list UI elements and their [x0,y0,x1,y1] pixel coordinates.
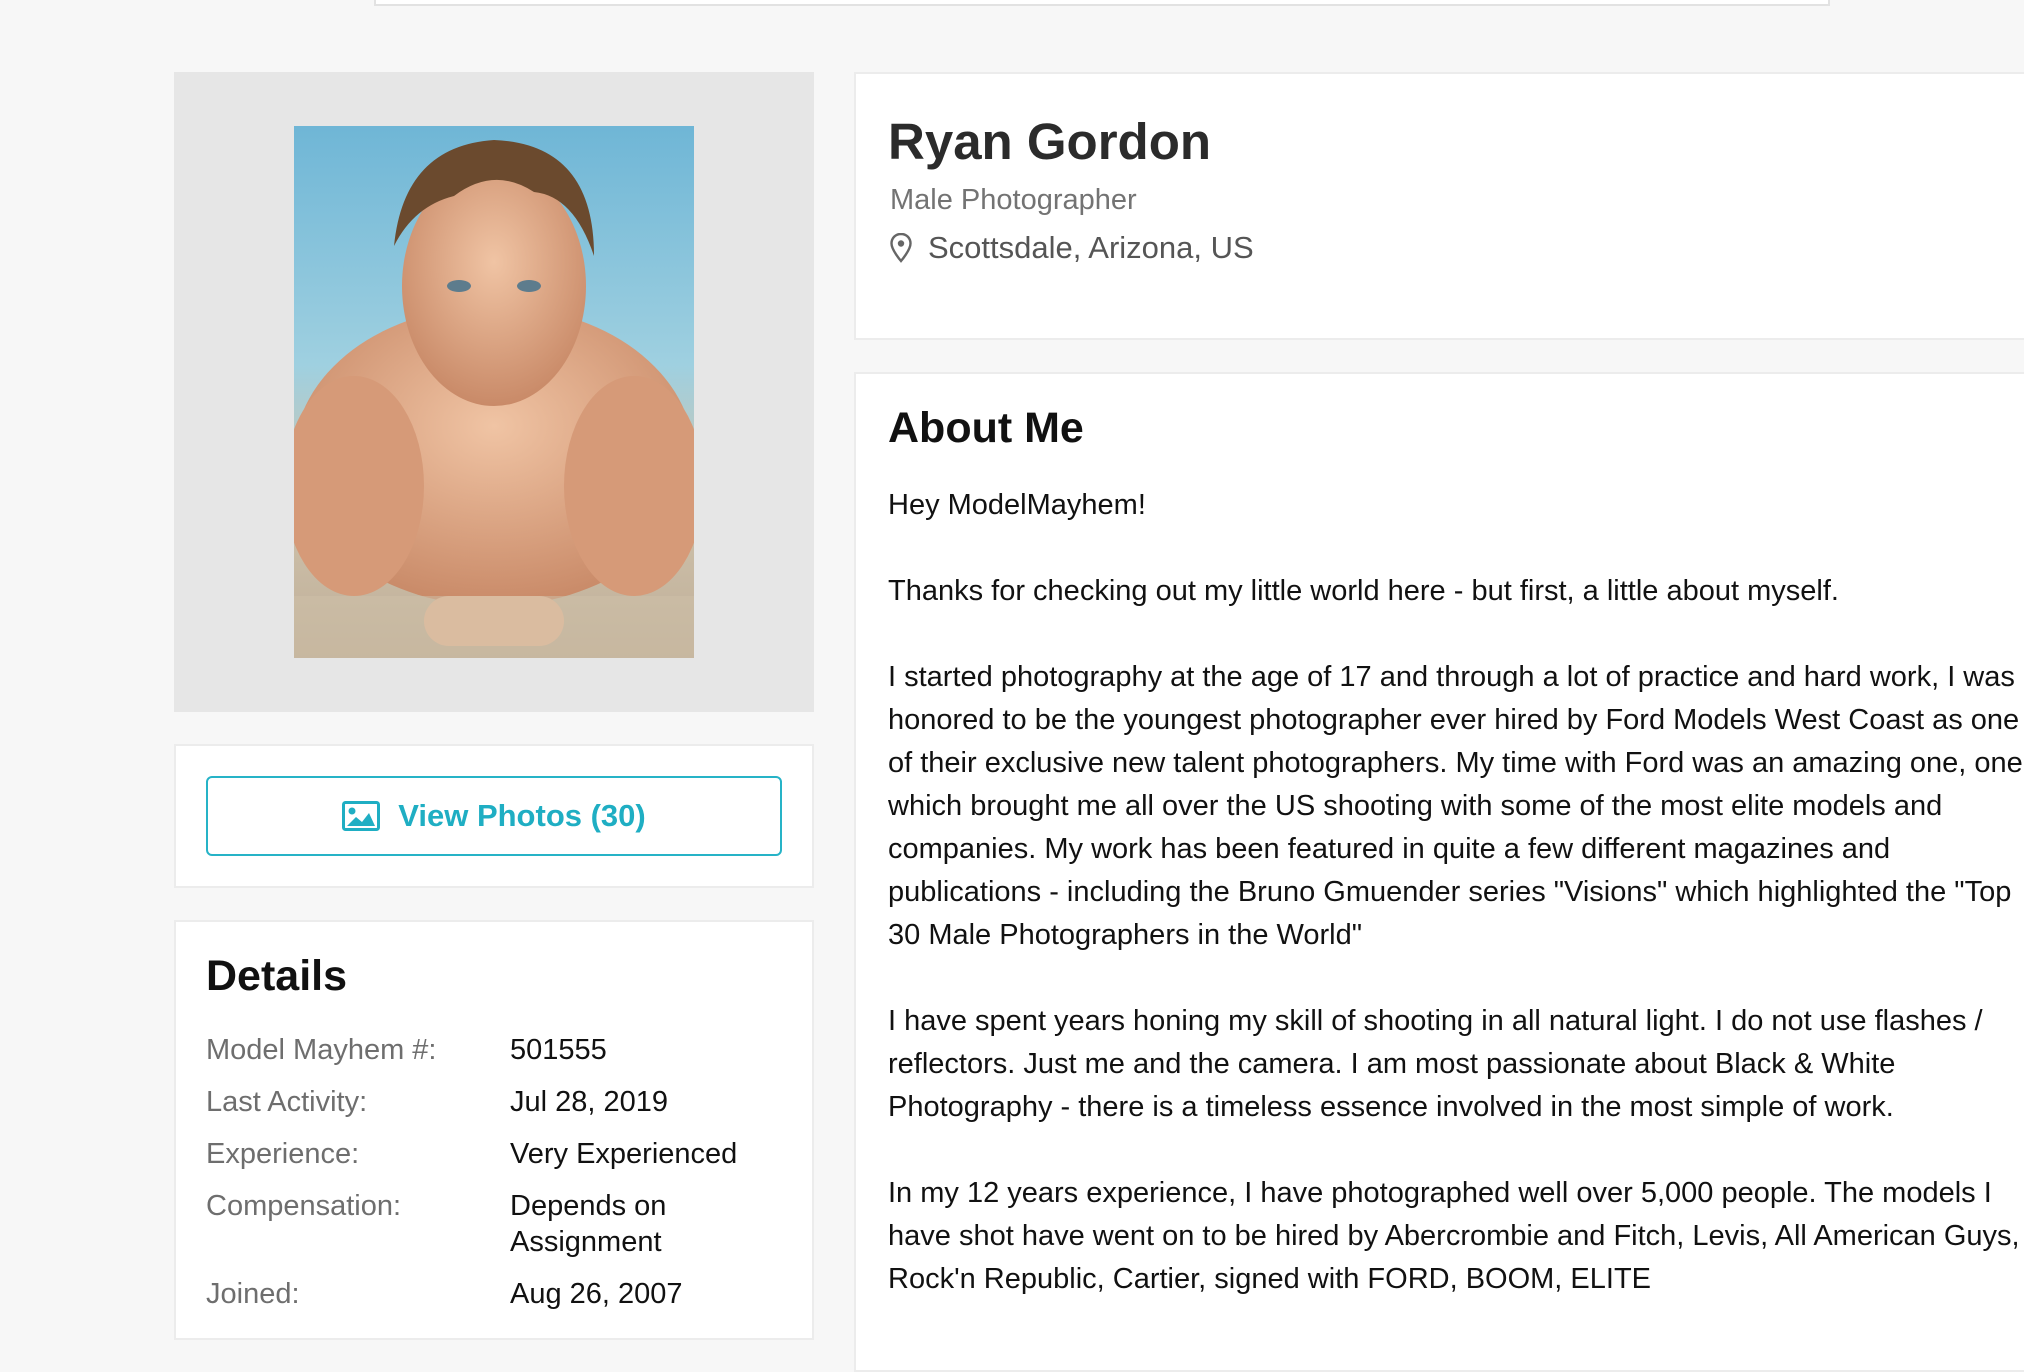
detail-value: Very Experienced [510,1138,738,1170]
detail-value: Jul 28, 2019 [510,1086,669,1118]
detail-label: Experience: [206,1138,360,1170]
profile-photo[interactable] [294,126,694,658]
detail-label: Last Activity: [206,1086,368,1118]
detail-value: 501555 [510,1034,607,1066]
profile-name: Ryan Gordon [888,113,1212,170]
detail-label: Model Mayhem #: [206,1034,437,1066]
detail-label: Compensation: [206,1190,402,1222]
profile-role: Male Photographer [890,184,1137,216]
about-paragraph: I started photography at the age of 17 a… [888,661,2023,951]
image-icon [342,801,381,831]
about-paragraph: Thanks for checking out my little world … [888,575,1839,607]
detail-value: Depends on Assignment [510,1190,667,1258]
about-heading: About Me [888,404,1084,452]
details-heading: Details [206,952,348,1000]
view-photos-label: View Photos (30) [398,798,646,833]
profile-photo-panel [174,72,814,712]
profile-header-card: Ryan Gordon Male Photographer Scottsdale… [854,72,2024,340]
about-me-card: About Me Hey ModelMayhem! Thanks for che… [854,372,2024,1372]
about-body: Hey ModelMayhem! Thanks for checking out… [888,484,2024,1344]
photos-card: View Photos (30) [174,744,814,888]
about-paragraph: I have spent years honing my skill of sh… [888,1005,1983,1123]
detail-value: Aug 26, 2007 [510,1278,683,1310]
detail-label: Joined: [206,1278,300,1310]
location-text: Scottsdale, Arizona, US [928,230,1254,265]
details-card: Details Model Mayhem #: 501555 Last Acti… [174,920,814,1340]
view-photos-button[interactable]: View Photos (30) [206,776,782,856]
about-paragraph: Hey ModelMayhem! [888,489,1146,521]
map-pin-icon [890,232,912,263]
profile-location: Scottsdale, Arizona, US [890,230,1254,266]
about-paragraph: In my 12 years experience, I have photog… [888,1177,2020,1295]
top-search-bar[interactable] [374,0,1830,6]
